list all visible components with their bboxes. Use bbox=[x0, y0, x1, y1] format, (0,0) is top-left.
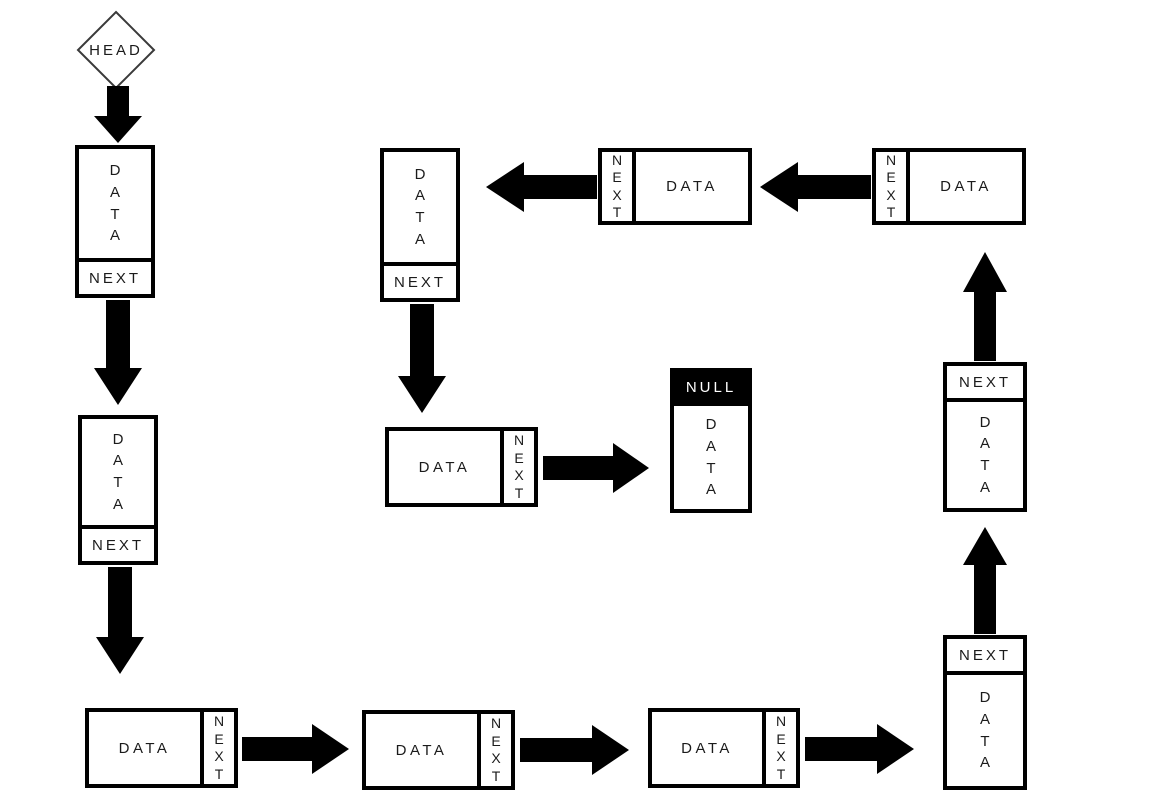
node-3-data-cell: DATA bbox=[89, 712, 200, 784]
node-8-data-cell: DATA bbox=[910, 152, 1022, 221]
data-letter: A bbox=[112, 452, 123, 470]
head-label: HEAD bbox=[89, 41, 143, 59]
next-letter: N bbox=[611, 151, 623, 168]
next-letter: E bbox=[491, 732, 501, 749]
node-12-data-cell: D A T A bbox=[674, 406, 748, 509]
list-node-4: DATA N E X T bbox=[362, 710, 515, 790]
next-letter: N bbox=[490, 715, 502, 731]
next-letter: E bbox=[514, 449, 524, 466]
data-letter: T bbox=[113, 474, 123, 491]
node-10-data-cell: D A T A bbox=[384, 152, 456, 262]
next-letter: X bbox=[886, 186, 896, 203]
next-letter: N bbox=[775, 713, 787, 729]
data-letter: A bbox=[979, 478, 990, 496]
node-7-data-cell: D A T A bbox=[947, 402, 1023, 508]
node-6-data-cell: D A T A bbox=[947, 675, 1023, 786]
node-4-data-cell: DATA bbox=[366, 714, 477, 786]
data-letter: T bbox=[980, 732, 990, 750]
list-node-10: D A T A NEXT bbox=[380, 148, 460, 302]
data-letter: D bbox=[112, 430, 124, 448]
head-node: HEAD bbox=[76, 10, 156, 90]
node-7-next-cell: NEXT bbox=[947, 366, 1023, 402]
node-6-next-cell: NEXT bbox=[947, 639, 1023, 675]
next-letter: T bbox=[214, 765, 224, 782]
node-2-data-cell: D A T A bbox=[82, 419, 154, 525]
arrow-node11-to-node12 bbox=[543, 441, 650, 495]
next-letter: X bbox=[514, 467, 524, 483]
list-node-7: NEXT D A T A bbox=[943, 362, 1027, 512]
node-3-next-cell: N E X T bbox=[200, 712, 234, 784]
arrow-node2-to-node3 bbox=[94, 567, 146, 675]
arrow-node1-to-node2 bbox=[92, 300, 144, 406]
next-letter: N bbox=[885, 151, 897, 168]
next-letter: T bbox=[514, 484, 524, 501]
data-letter: A bbox=[979, 435, 990, 453]
next-letter: N bbox=[513, 432, 525, 448]
node-5-data-cell: DATA bbox=[652, 712, 762, 784]
list-node-1: D A T A NEXT bbox=[75, 145, 155, 298]
node-2-next-cell: NEXT bbox=[82, 525, 154, 561]
next-letter: X bbox=[612, 186, 622, 203]
node-9-data-cell: DATA bbox=[636, 152, 748, 221]
data-letter: A bbox=[414, 187, 425, 205]
data-letter: D bbox=[109, 162, 121, 179]
node-11-next-cell: N E X T bbox=[500, 431, 534, 503]
list-node-2: D A T A NEXT bbox=[78, 415, 158, 565]
list-node-12-null: NULL D A T A bbox=[670, 368, 752, 513]
data-letter: T bbox=[706, 459, 716, 477]
arrow-node6-to-node7 bbox=[962, 527, 1009, 635]
node-5-next-cell: N E X T bbox=[762, 712, 796, 784]
data-letter: D bbox=[979, 413, 991, 431]
data-letter: A bbox=[979, 710, 990, 728]
next-letter: T bbox=[612, 204, 622, 220]
arrow-node7-to-node8 bbox=[962, 252, 1009, 362]
data-letter: A bbox=[705, 481, 716, 499]
data-letter: D bbox=[414, 165, 426, 183]
next-letter: E bbox=[214, 730, 224, 747]
node-8-next-cell: N E X T bbox=[876, 152, 910, 221]
list-node-8: N E X T DATA bbox=[872, 148, 1026, 225]
data-letter: A bbox=[414, 230, 425, 248]
arrow-node10-to-node11 bbox=[396, 304, 448, 414]
linked-list-diagram: HEAD D A T A NEXT D A T A NEXT DATA N E … bbox=[0, 0, 1168, 811]
node-9-next-cell: N E X T bbox=[602, 152, 636, 221]
node-10-next-cell: NEXT bbox=[384, 262, 456, 298]
next-letter: X bbox=[776, 748, 786, 764]
data-letter: A bbox=[109, 183, 120, 201]
arrow-head-to-node1 bbox=[92, 86, 144, 144]
next-letter: X bbox=[214, 748, 224, 764]
list-node-3: DATA N E X T bbox=[85, 708, 238, 788]
next-letter: T bbox=[886, 204, 896, 220]
list-node-9: N E X T DATA bbox=[598, 148, 752, 225]
data-letter: D bbox=[979, 689, 991, 706]
data-letter: A bbox=[112, 495, 123, 513]
arrow-node5-to-node6 bbox=[805, 722, 915, 776]
arrow-node4-to-node5 bbox=[520, 723, 630, 777]
next-letter: T bbox=[776, 765, 786, 782]
node-1-next-cell: NEXT bbox=[79, 258, 151, 294]
node-12-null-cell: NULL bbox=[674, 372, 748, 406]
node-4-next-cell: N E X T bbox=[477, 714, 511, 786]
data-letter: T bbox=[415, 209, 425, 226]
data-letter: A bbox=[979, 754, 990, 772]
data-letter: D bbox=[705, 416, 717, 433]
next-letter: E bbox=[886, 169, 896, 185]
node-1-data-cell: D A T A bbox=[79, 149, 151, 258]
next-letter: E bbox=[612, 169, 622, 185]
arrow-node3-to-node4 bbox=[242, 722, 350, 776]
next-letter: N bbox=[213, 713, 225, 729]
next-letter: X bbox=[491, 750, 501, 766]
data-letter: A bbox=[109, 227, 120, 245]
data-letter: A bbox=[705, 437, 716, 455]
data-letter: T bbox=[980, 457, 990, 474]
list-node-5: DATA N E X T bbox=[648, 708, 800, 788]
next-letter: E bbox=[776, 730, 786, 747]
next-letter: T bbox=[491, 767, 501, 784]
list-node-11: DATA N E X T bbox=[385, 427, 538, 507]
list-node-6: NEXT D A T A bbox=[943, 635, 1027, 790]
data-letter: T bbox=[110, 205, 120, 223]
node-11-data-cell: DATA bbox=[389, 431, 500, 503]
arrow-node9-to-node10 bbox=[486, 160, 598, 214]
arrow-node8-to-node9 bbox=[760, 160, 872, 214]
